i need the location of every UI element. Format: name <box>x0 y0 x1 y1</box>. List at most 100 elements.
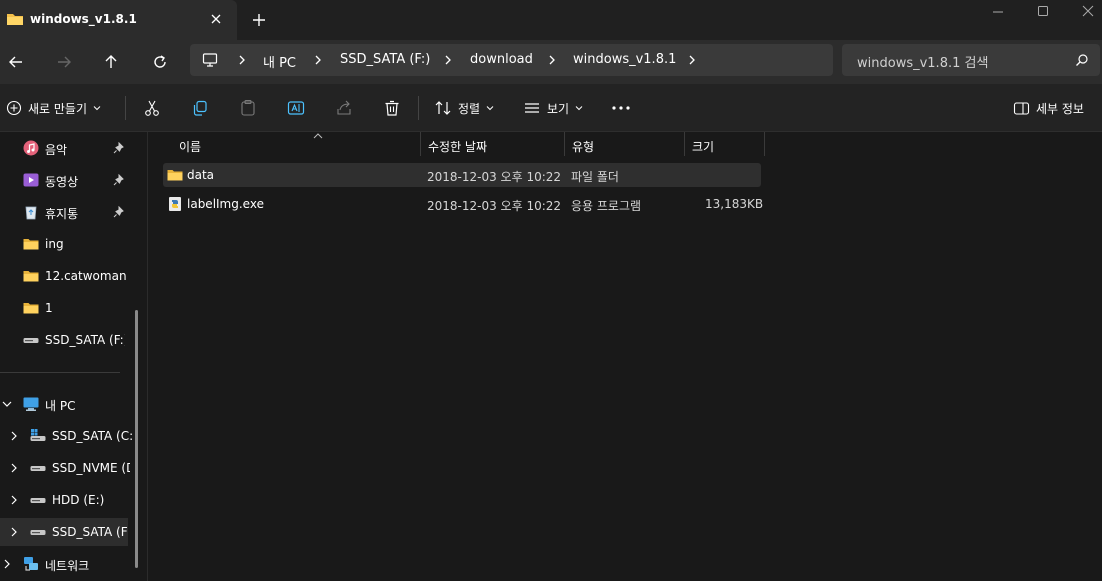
navigation-pane: 음악 동영상 휴지통 ing 12.catwoman 1 SSD_SATA (F… <box>0 132 148 581</box>
view-button[interactable]: 보기 <box>523 96 583 120</box>
close-window-icon[interactable] <box>1078 2 1098 22</box>
refresh-icon[interactable] <box>150 52 170 72</box>
sidebar-item-label: 휴지통 <box>45 207 79 221</box>
file-name: labelImg.exe <box>187 197 264 211</box>
sidebar-scrollbar[interactable] <box>135 310 138 568</box>
video-icon <box>23 173 39 187</box>
new-button-label: 새로 만들기 <box>28 101 88 116</box>
sidebar-item-ssd-sata-f-quick[interactable]: SSD_SATA (F:) <box>0 326 140 354</box>
column-header-size[interactable]: 크기 <box>684 132 764 158</box>
sidebar-item-drive-d[interactable]: SSD_NVME (D <box>0 454 140 482</box>
column-divider[interactable] <box>764 132 765 156</box>
sidebar-item-12-catwoman[interactable]: 12.catwoman <box>0 262 140 290</box>
sidebar-item-label: 12.catwoman <box>45 269 127 283</box>
details-pane-button[interactable]: 세부 정보 <box>1013 96 1084 120</box>
chevron-right-icon[interactable] <box>9 463 19 473</box>
sidebar-item-recycle-bin[interactable]: 휴지통 <box>0 198 140 226</box>
music-icon <box>23 140 39 156</box>
column-header-type[interactable]: 유형 <box>564 132 684 158</box>
new-tab-icon[interactable] <box>251 12 267 28</box>
sidebar-item-music[interactable]: 음악 <box>0 134 140 162</box>
sidebar-item-label: HDD (E:) <box>52 493 105 507</box>
chevron-right-icon[interactable] <box>546 54 558 66</box>
cut-button[interactable] <box>143 96 161 120</box>
maximize-icon[interactable] <box>1033 2 1053 22</box>
delete-button[interactable] <box>383 96 401 120</box>
up-icon[interactable] <box>101 52 121 72</box>
sidebar-item-label: 음악 <box>45 143 68 157</box>
address-bar[interactable]: 내 PC SSD_SATA (F:) download windows_v1.8… <box>190 44 833 76</box>
breadcrumb-windows-v1-8-1[interactable]: windows_v1.8.1 <box>573 52 676 67</box>
pin-icon <box>113 206 124 218</box>
minimize-icon[interactable] <box>988 2 1008 22</box>
new-button[interactable]: 새로 만들기 <box>6 96 101 120</box>
pin-icon <box>113 174 124 186</box>
sidebar-item-network[interactable]: 네트워크 <box>0 550 140 578</box>
sidebar-item-label: SSD_NVME (D <box>52 461 130 475</box>
chevron-right-icon[interactable] <box>236 54 248 66</box>
chevron-right-icon[interactable] <box>312 54 324 66</box>
drive-icon <box>23 338 39 343</box>
forward-icon[interactable] <box>54 52 74 72</box>
more-icon <box>612 106 630 110</box>
file-list: 이름 수정한 날짜 유형 크기 data 2018-12-03 오후 10:22… <box>149 132 1102 581</box>
sidebar-item-drive-f[interactable]: SSD_SATA (F:) <box>0 518 128 546</box>
title-bar: windows_v1.8.1 <box>0 0 1102 40</box>
folder-icon <box>23 303 39 314</box>
copy-button[interactable] <box>191 96 209 120</box>
folder-icon <box>167 170 183 181</box>
column-header-name[interactable]: 이름 <box>171 132 421 158</box>
breadcrumb-drive-f[interactable]: SSD_SATA (F:) <box>340 52 430 67</box>
file-type: 응용 프로그램 <box>571 199 642 213</box>
details-label: 세부 정보 <box>1036 101 1084 116</box>
rename-icon <box>287 101 305 115</box>
folder-icon <box>23 239 39 250</box>
chevron-right-icon[interactable] <box>9 495 19 505</box>
sidebar-divider <box>0 372 120 373</box>
sidebar-item-drive-c[interactable]: SSD_SATA (C: <box>0 422 140 450</box>
pin-icon <box>113 142 124 154</box>
share-button[interactable] <box>335 96 353 120</box>
rename-button[interactable] <box>287 96 305 120</box>
chevron-right-icon[interactable] <box>9 431 19 441</box>
sidebar-item-ing[interactable]: ing <box>0 230 140 258</box>
column-header-modified[interactable]: 수정한 날짜 <box>420 132 564 158</box>
sidebar-item-label: 동영상 <box>45 175 79 189</box>
command-bar: 새로 만들기 정렬 보기 세부 정보 <box>0 84 1102 132</box>
sidebar-item-this-pc[interactable]: 내 PC <box>0 390 140 418</box>
file-row-labelimg-exe[interactable]: labelImg.exe 2018-12-03 오후 10:22 응용 프로그램… <box>163 192 764 216</box>
chevron-right-icon[interactable] <box>442 54 454 66</box>
sort-label: 정렬 <box>458 101 481 116</box>
chevron-right-icon[interactable] <box>686 54 698 66</box>
search-input[interactable]: windows_v1.8.1 검색 <box>842 44 1100 76</box>
sort-button[interactable]: 정렬 <box>434 96 494 120</box>
file-type: 파일 폴더 <box>571 170 619 184</box>
view-list-icon <box>525 103 539 113</box>
chevron-down-icon <box>575 106 583 111</box>
breadcrumb-this-pc[interactable]: 내 PC <box>263 52 296 71</box>
search-icon[interactable] <box>1075 53 1089 67</box>
view-label: 보기 <box>547 101 570 116</box>
chevron-right-icon[interactable] <box>9 527 19 537</box>
sidebar-item-drive-e[interactable]: HDD (E:) <box>0 486 140 514</box>
file-size: 13,183KB <box>705 197 764 211</box>
recycle-bin-icon <box>25 206 37 220</box>
file-modified: 2018-12-03 오후 10:22 <box>427 170 562 184</box>
sidebar-item-1[interactable]: 1 <box>0 294 140 322</box>
chevron-right-icon[interactable] <box>2 559 12 569</box>
toolbar-divider <box>125 96 126 120</box>
back-icon[interactable] <box>6 52 26 72</box>
more-options-button[interactable] <box>611 96 631 120</box>
column-header-label: 크기 <box>692 140 715 154</box>
sidebar-item-videos[interactable]: 동영상 <box>0 166 140 194</box>
close-tab-icon[interactable] <box>208 11 224 27</box>
file-row-data[interactable]: data 2018-12-03 오후 10:22 파일 폴더 <box>163 163 761 187</box>
search-placeholder: windows_v1.8.1 검색 <box>857 56 989 71</box>
computer-icon <box>23 397 39 411</box>
column-header-label: 이름 <box>179 140 202 154</box>
breadcrumb-download[interactable]: download <box>470 52 533 67</box>
details-pane-icon <box>1013 101 1030 115</box>
chevron-down-icon[interactable] <box>2 399 12 409</box>
paste-button[interactable] <box>239 96 257 120</box>
tab-windows-v1-8-1[interactable]: windows_v1.8.1 <box>0 0 237 40</box>
